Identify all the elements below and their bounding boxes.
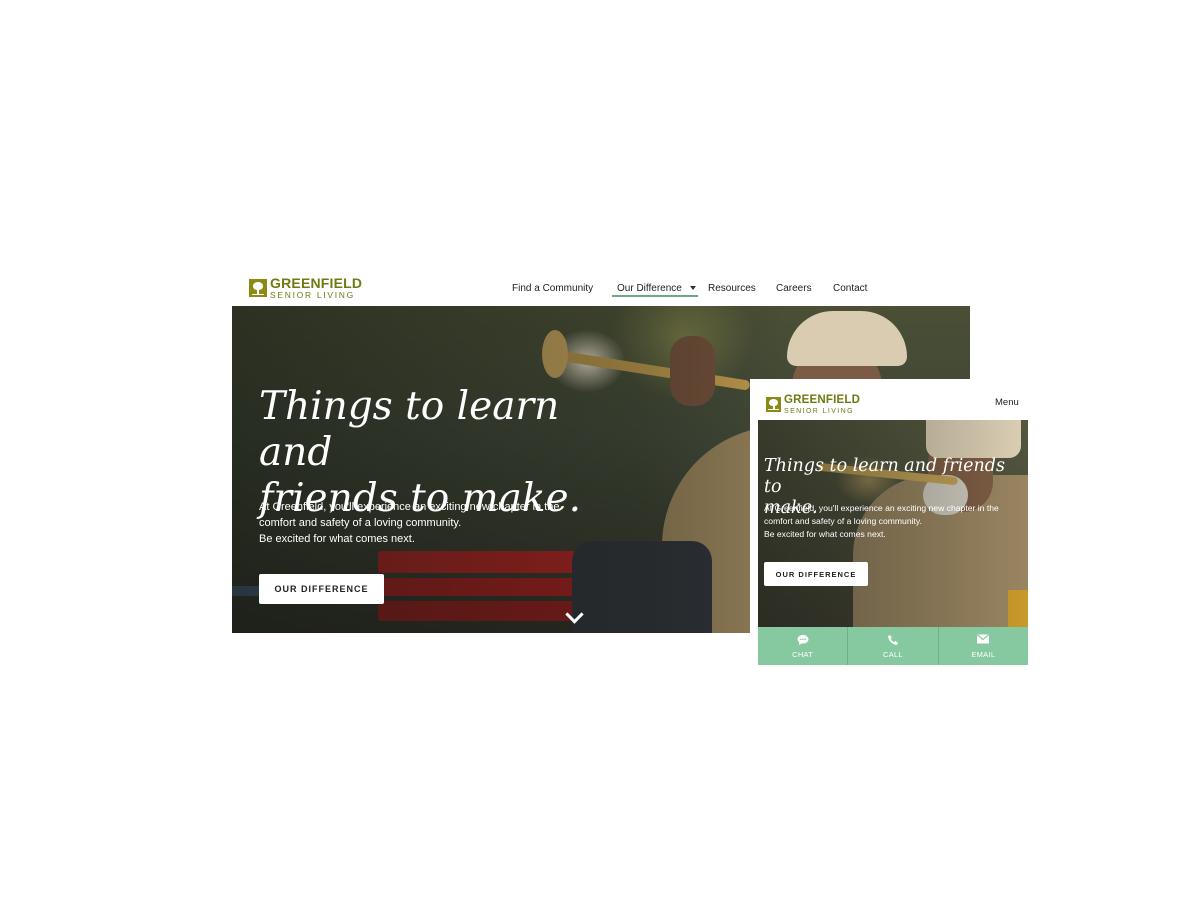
mobile-our-difference-button[interactable]: OUR DIFFERENCE [764, 562, 868, 586]
nav-item-contact[interactable]: Contact [833, 283, 867, 294]
hero-body-line: At Greenfield, you'll experience an exci… [764, 503, 999, 513]
hero-body-line: Be excited for what comes next. [764, 529, 886, 539]
logo-wordmark: GREENFIELD [784, 394, 861, 406]
our-difference-button[interactable]: OUR DIFFERENCE [259, 574, 384, 604]
hero-body-line: At Greenfield, you'll experience an exci… [259, 501, 560, 513]
tree-logo-icon [249, 278, 267, 297]
nav-item-resources[interactable]: Resources [708, 283, 756, 294]
nav-item-careers[interactable]: Careers [776, 283, 812, 294]
email-action[interactable]: EMAIL [939, 627, 1028, 665]
hero-body-line: comfort and safety of a loving community… [764, 516, 922, 526]
nav-item-our-difference[interactable]: Our Difference [612, 283, 698, 297]
hero-headline-line: Things to learn and friends to [764, 456, 1005, 497]
phone-icon [887, 634, 899, 648]
logo-wordmark: GREENFIELD [270, 275, 363, 291]
hero-body-line: comfort and safety of a loving community… [259, 517, 462, 529]
chat-label: CHAT [792, 650, 814, 659]
desktop-header: GREENFIELD SENIOR LIVING Find a Communit… [232, 266, 970, 306]
mobile-action-bar: CHAT CALL EMAIL [758, 627, 1028, 665]
chat-icon [796, 634, 809, 648]
hero-body-line: Be excited for what comes next. [259, 533, 415, 545]
mobile-site-logo[interactable]: GREENFIELD SENIOR LIVING [766, 394, 861, 415]
nav-item-find-a-community[interactable]: Find a Community [512, 283, 593, 294]
mobile-hero-body: At Greenfield, you'll experience an exci… [764, 502, 1026, 541]
caret-down-icon [690, 286, 696, 290]
site-logo[interactable]: GREENFIELD SENIOR LIVING [249, 276, 362, 300]
mobile-mockup: GREENFIELD SENIOR LIVING Menu Things to … [750, 379, 1028, 666]
email-label: EMAIL [971, 650, 996, 659]
hero-body: At Greenfield, you'll experience an exci… [259, 499, 589, 547]
hero-headline-line: Things to learn and [259, 384, 560, 475]
nav-item-label: Our Difference [617, 283, 682, 294]
chat-action[interactable]: CHAT [758, 627, 849, 665]
mobile-hero-image: Things to learn and friends to make. At … [758, 420, 1028, 627]
email-icon [977, 634, 990, 646]
call-action[interactable]: CALL [848, 627, 939, 665]
menu-button[interactable]: Menu [995, 397, 1019, 408]
call-label: CALL [883, 650, 903, 659]
tree-logo-icon [766, 397, 781, 413]
logo-tagline: SENIOR LIVING [270, 290, 355, 300]
logo-tagline: SENIOR LIVING [784, 407, 854, 415]
